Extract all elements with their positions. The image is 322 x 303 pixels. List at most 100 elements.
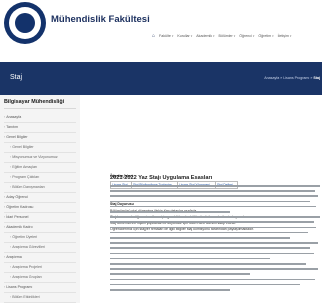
sidebar-item[interactable]: ›Öğretim Kadrosu xyxy=(4,205,33,209)
sidebar-item-label: Bölüm Danışmanları xyxy=(12,185,45,189)
divider xyxy=(4,232,76,233)
sidebar-item-label: Tanıtım xyxy=(6,125,18,129)
sidebar-item-label: Öğretim Kadrosu xyxy=(6,205,34,209)
sidebar-item[interactable]: ›Misyonumuz ve Vizyonumuz xyxy=(10,155,58,159)
text-line xyxy=(110,242,318,244)
divider xyxy=(4,242,76,243)
nav-label: Fakülte xyxy=(159,34,171,38)
text-line xyxy=(110,195,318,197)
sidebar: Bilgisayar Mühendisliği ›Anasayfa ›Tanıtı… xyxy=(0,95,80,303)
nav-label: İletişim xyxy=(277,34,289,38)
divider xyxy=(4,172,76,173)
sidebar-item[interactable]: ›Araştırma xyxy=(4,255,22,259)
sidebar-item[interactable]: ›Araştırma Grupları xyxy=(10,275,42,279)
sidebar-item[interactable]: ›Genel Bilgiler xyxy=(10,145,34,149)
divider xyxy=(4,152,76,153)
chevron-down-icon: ▾ xyxy=(289,34,292,38)
site-header: Mühendislik Fakültesi ⌂ Fakülte▾ Kurulla… xyxy=(0,0,322,46)
sidebar-item[interactable]: ›Aday Öğrenci xyxy=(4,195,28,199)
text-line xyxy=(110,257,270,260)
chevron-down-icon: ▾ xyxy=(233,34,236,38)
sidebar-item[interactable]: ›Akademik Kadro xyxy=(4,225,33,229)
nav-iletisim[interactable]: İletişim▾ xyxy=(278,34,292,38)
divider xyxy=(4,132,76,133)
chevron-down-icon: ▾ xyxy=(252,34,255,38)
sidebar-item[interactable]: ›Araştırma Projeleri xyxy=(10,265,42,269)
nav-fakulte[interactable]: Fakülte▾ xyxy=(159,34,173,38)
sidebar-title: Bilgisayar Mühendisliği xyxy=(4,99,65,105)
sidebar-item[interactable]: ›Araştırma Görevlileri xyxy=(10,245,45,249)
nav-label: Bölümler xyxy=(218,34,233,38)
divider xyxy=(4,252,76,253)
nav-akademik[interactable]: Akademik▾ xyxy=(196,34,214,38)
sidebar-item-label: Araştırma xyxy=(6,255,22,259)
text-line xyxy=(110,226,316,229)
text-line xyxy=(110,273,250,275)
divider xyxy=(4,122,76,123)
nav-kurullar[interactable]: Kurullar▾ xyxy=(177,34,192,38)
text-line xyxy=(110,205,316,208)
divider xyxy=(4,272,76,273)
text-line xyxy=(110,283,300,286)
divider xyxy=(4,222,76,223)
sidebar-item[interactable]: ›Program Çıktıları xyxy=(10,175,39,179)
sidebar-item-label: İdari Personel xyxy=(6,215,29,219)
text-line xyxy=(110,237,290,239)
divider xyxy=(4,142,76,143)
page-title: Staj xyxy=(10,74,23,81)
sidebar-item[interactable]: ›Öğretim Üyeleri xyxy=(10,235,37,239)
top-navigation: ⌂ Fakülte▾ Kurullar▾ Akademik▾ Bölümler▾… xyxy=(152,34,292,39)
home-icon[interactable]: ⌂ xyxy=(152,34,155,39)
divider xyxy=(4,282,76,283)
sidebar-item-label: Araştırma Projeleri xyxy=(12,265,42,269)
sidebar-item-label: Akademik Kadro xyxy=(6,225,33,229)
text-line xyxy=(110,190,315,192)
breadcrumb: Anasayfa » Lisans Programı » Staj xyxy=(264,76,320,80)
text-line xyxy=(110,263,306,265)
sidebar-item[interactable]: ›Bölüm Danışmanları xyxy=(10,185,45,189)
sidebar-item[interactable]: ›Tanıtım xyxy=(4,125,18,129)
nav-label: Öğrenci xyxy=(239,34,252,38)
sidebar-item[interactable]: ›Anasayfa xyxy=(4,115,21,119)
nav-label: Akademik xyxy=(196,34,213,38)
sidebar-item[interactable]: ›Bölüm Etkinlikleri xyxy=(10,295,40,299)
sidebar-item-label: Genel Bilgiler xyxy=(6,135,28,139)
sidebar-item-label: Araştırma Görevlileri xyxy=(12,245,45,249)
text-line xyxy=(110,200,310,203)
text-line xyxy=(110,221,314,223)
sidebar-item-label: Eğitim Amaçları xyxy=(12,165,38,169)
divider xyxy=(4,292,76,293)
page-title-bar: Staj Anasayfa » Lisans Programı » Staj xyxy=(0,62,322,95)
sidebar-item-label: Program Çıktıları xyxy=(12,175,40,179)
nav-ogretim[interactable]: Öğretim▾ xyxy=(258,34,273,38)
divider xyxy=(4,202,76,203)
sidebar-item-label: Bölüm Etkinlikleri xyxy=(12,295,40,299)
text-line xyxy=(110,211,230,213)
chevron-down-icon: ▾ xyxy=(213,34,215,38)
divider xyxy=(4,108,76,109)
sidebar-item-label: Lisans Programı xyxy=(6,285,33,289)
sidebar-item[interactable]: ›Lisans Programı xyxy=(4,285,32,289)
sidebar-item-label: Misyonumuz ve Vizyonumuz xyxy=(12,155,58,159)
breadcrumb-path[interactable]: Anasayfa » Lisans Programı » xyxy=(264,76,312,80)
sidebar-item-label: Genel Bilgiler xyxy=(12,145,34,149)
chevron-down-icon: ▾ xyxy=(190,34,193,38)
nav-ogrenci[interactable]: Öğrenci▾ xyxy=(239,34,254,38)
sidebar-item[interactable]: ›İdari Personel xyxy=(4,215,28,219)
text-line xyxy=(110,231,308,234)
text-line xyxy=(110,278,315,281)
divider xyxy=(4,262,76,263)
sidebar-item-label: Aday Öğrenci xyxy=(6,195,28,199)
divider xyxy=(4,192,76,193)
text-line xyxy=(110,289,230,291)
sidebar-item-label: Araştırma Grupları xyxy=(12,275,42,279)
faculty-title[interactable]: Mühendislik Fakültesi xyxy=(51,14,150,25)
text-line xyxy=(110,252,314,255)
sidebar-item[interactable]: ›Genel Bilgiler xyxy=(4,135,28,139)
nav-bolumler[interactable]: Bölümler▾ xyxy=(219,34,236,38)
sidebar-item-label: Öğretim Üyeleri xyxy=(12,235,38,239)
nav-label: Kurullar xyxy=(177,34,190,38)
university-logo[interactable] xyxy=(4,2,46,44)
nav-label: Öğretim xyxy=(258,34,272,38)
sidebar-item[interactable]: ›Eğitim Amaçları xyxy=(10,165,37,169)
